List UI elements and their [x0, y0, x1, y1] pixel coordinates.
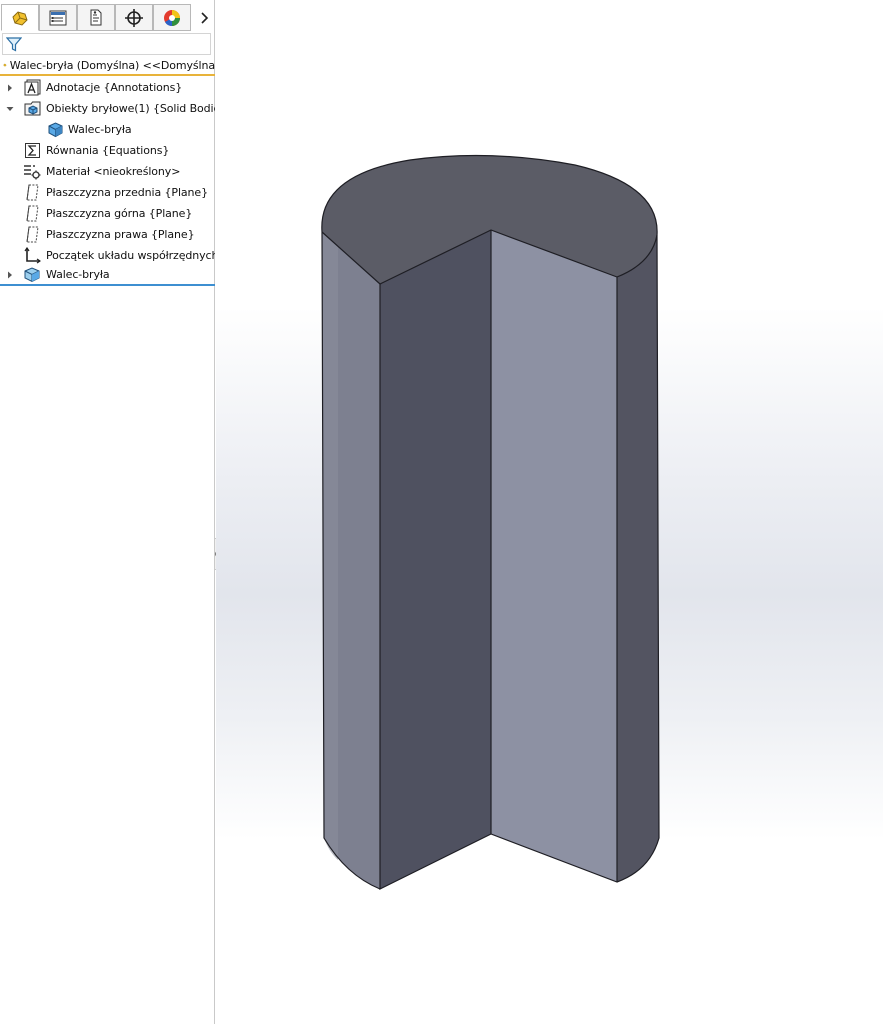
- feature-manager-icon: [12, 10, 28, 26]
- tree-item-label: Walec-bryła: [68, 123, 132, 136]
- dimxpert-manager-icon: [125, 8, 143, 27]
- configuration-manager-icon: [90, 9, 102, 25]
- cut-face-right: [491, 230, 617, 882]
- plane-icon: [23, 184, 41, 202]
- cylinder-model[interactable]: [216, 0, 883, 1024]
- tree-item-label: Początek układu współrzędnych {Origin}: [46, 249, 215, 262]
- tree-filter-field[interactable]: [2, 33, 211, 55]
- tree-item-body[interactable]: Walec-bryła: [0, 119, 215, 140]
- panel-tab-bar: [0, 4, 215, 32]
- chevron-right-icon: [201, 12, 209, 24]
- equations-icon: [23, 142, 41, 160]
- annotations-icon: [23, 79, 41, 97]
- material-icon: [23, 163, 41, 181]
- tree-item-origin[interactable]: Początek układu współrzędnych {Origin}: [0, 245, 215, 266]
- solid-body-icon: [46, 121, 64, 139]
- part-icon: [3, 63, 7, 67]
- caret-collapsed-icon[interactable]: [5, 83, 15, 93]
- display-manager-icon: [164, 9, 180, 26]
- tree-item-front-plane[interactable]: Płaszczyzna przednia {Plane}: [0, 182, 215, 203]
- tree-root-label: Walec-bryła (Domyślna) <<Domyślna: [9, 58, 215, 72]
- tree-root-part[interactable]: Walec-bryła (Domyślna) <<Domyślna: [0, 56, 215, 76]
- tree-item-right-plane[interactable]: Płaszczyzna prawa {Plane}: [0, 224, 215, 245]
- tab-property-manager[interactable]: [39, 4, 77, 31]
- tree-item-label: Równania {Equations}: [46, 144, 170, 157]
- caret-collapsed-icon[interactable]: [5, 270, 15, 280]
- tree-item-label: Płaszczyzna prawa {Plane}: [46, 228, 195, 241]
- tree-item-material[interactable]: Materiał <nieokreślony>: [0, 161, 215, 182]
- tree-item-annotations[interactable]: Adnotacje {Annotations}: [0, 77, 215, 98]
- extrude-feature-icon: [23, 266, 41, 284]
- feature-manager-panel: Walec-bryła (Domyślna) <<Domyślna Adnota…: [0, 0, 215, 1024]
- tree-item-extrude-feature[interactable]: Walec-bryła: [0, 264, 215, 285]
- tree-item-solid-bodies[interactable]: Obiekty bryłowe(1) {Solid Bodies}: [0, 98, 215, 119]
- tree-item-top-plane[interactable]: Płaszczyzna górna {Plane}: [0, 203, 215, 224]
- tree-item-label: Walec-bryła: [46, 268, 110, 281]
- tab-display-manager[interactable]: [153, 4, 191, 31]
- tree-item-label: Płaszczyzna górna {Plane}: [46, 207, 193, 220]
- rollback-bar[interactable]: [0, 284, 215, 286]
- plane-icon: [23, 226, 41, 244]
- filter-icon[interactable]: [6, 37, 22, 52]
- tab-feature-manager[interactable]: [1, 4, 39, 31]
- more-tabs-button[interactable]: [194, 6, 214, 30]
- tree-item-label: Obiekty bryłowe(1) {Solid Bodies}: [46, 102, 215, 115]
- tree-item-label: Płaszczyzna przednia {Plane}: [46, 186, 208, 199]
- property-manager-icon: [49, 10, 67, 25]
- cut-face-left: [380, 230, 491, 889]
- solid-bodies-icon: [23, 100, 41, 118]
- tree-item-label: Adnotacje {Annotations}: [46, 81, 183, 94]
- graphics-area[interactable]: [216, 0, 883, 1024]
- origin-icon: [23, 247, 41, 265]
- tab-dimxpert-manager[interactable]: [115, 4, 153, 31]
- plane-icon: [23, 205, 41, 223]
- tab-configuration-manager[interactable]: [77, 4, 115, 31]
- tree-item-equations[interactable]: Równania {Equations}: [0, 140, 215, 161]
- cylinder-right-side: [617, 235, 659, 882]
- tree-item-label: Materiał <nieokreślony>: [46, 165, 181, 178]
- caret-expanded-icon[interactable]: [5, 104, 15, 114]
